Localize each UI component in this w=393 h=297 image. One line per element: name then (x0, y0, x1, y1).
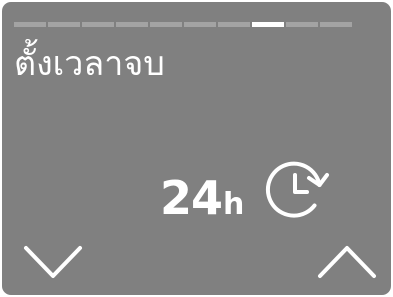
end-time-number: 24 (160, 171, 223, 225)
progress-segment-9 (286, 22, 318, 27)
progress-segment-6 (184, 22, 216, 27)
progress-segment-4 (116, 22, 148, 27)
screen-title: ตั้งเวลาจบ (14, 44, 165, 84)
progress-segment-7 (218, 22, 250, 27)
progress-segment-1 (14, 22, 46, 27)
progress-segment-10 (320, 22, 352, 27)
progress-segment-8 (252, 22, 284, 27)
step-progress-indicator (14, 22, 352, 27)
end-time-unit: h (223, 187, 245, 222)
decrease-button[interactable] (20, 238, 86, 284)
chevron-down-icon (24, 246, 82, 278)
increase-button[interactable] (314, 238, 380, 284)
end-time-value: 24h (160, 170, 244, 233)
appliance-display: ตั้งเวลาจบ 24h (2, 2, 391, 295)
progress-segment-5 (150, 22, 182, 27)
timer-clock-icon (265, 161, 329, 218)
chevron-up-icon (318, 246, 376, 278)
progress-segment-3 (82, 22, 114, 27)
progress-segment-2 (48, 22, 80, 27)
